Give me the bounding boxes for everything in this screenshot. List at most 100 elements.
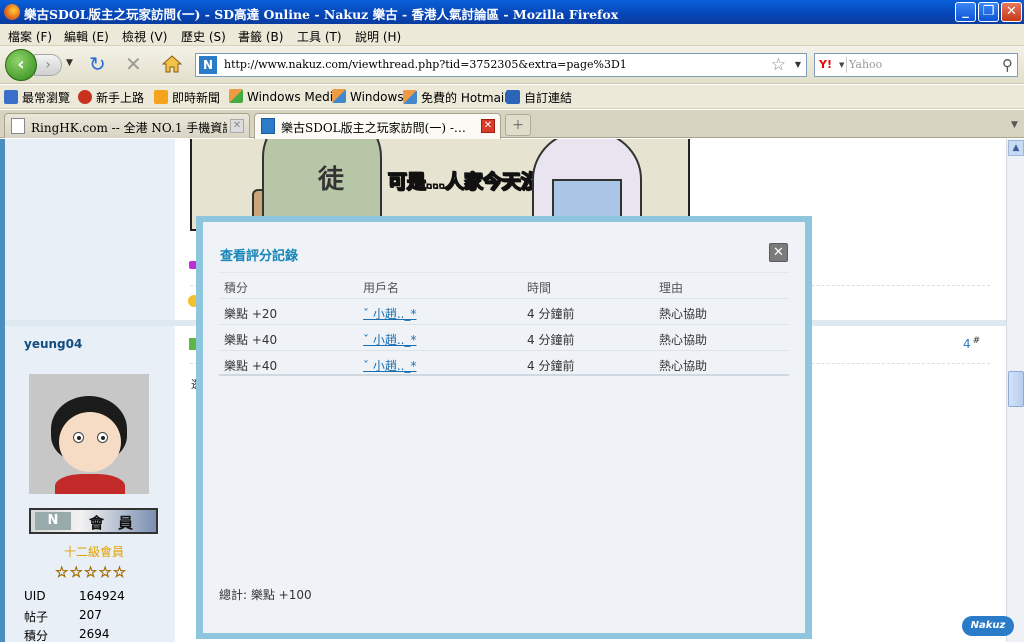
tab-nakuz[interactable]: 樂古SDOL版主之玩家訪問(一) -… ✕: [254, 113, 501, 139]
row-user: ˇ 小趙.._*: [363, 331, 416, 348]
search-icon[interactable]: ⚲: [1002, 56, 1013, 74]
tab-close-icon[interactable]: ✕: [481, 119, 495, 133]
table-row: 樂點 +40 ˇ 小趙.._* 4 分鐘前 熱心協助: [219, 324, 789, 350]
menu-file[interactable]: 檔案 (F): [8, 28, 52, 45]
tab-strip: RingHK.com -- 全港 NO.1 手機資訊… ✕ 樂古SDOL版主之玩…: [0, 110, 1024, 139]
menu-view[interactable]: 檢視 (V): [122, 28, 167, 45]
tab-close-icon[interactable]: ✕: [230, 119, 244, 133]
nakuz-badge-icon: N: [35, 512, 71, 530]
tab-label: RingHK.com -- 全港 NO.1 手機資訊…: [31, 121, 227, 135]
avatar-eye: [73, 432, 84, 443]
scrollbar-thumb[interactable]: [1008, 371, 1024, 407]
page-content: 徒 可是…人家今天沒穿內褲.. 逛 yeung04 N 會員 十二級會員 ☆☆☆…: [0, 139, 1006, 642]
menu-tools[interactable]: 工具 (T): [297, 28, 342, 45]
site-favicon: N: [199, 56, 217, 74]
bookmarks-toolbar: 最常瀏覽 新手上路 即時新聞 Windows Media Windows 免費的…: [0, 85, 1024, 109]
navigation-toolbar: › ‹ ▼ ↻ ✕ N http://www.nakuz.com/viewthr…: [0, 46, 1024, 84]
firefox-icon: [4, 4, 20, 20]
close-window-button[interactable]: ✕: [1001, 2, 1022, 22]
row-reason: 熱心協助: [659, 307, 708, 321]
row-time: 4 分鐘前: [527, 359, 575, 373]
bookmark-most-visited[interactable]: 最常瀏覽: [4, 89, 70, 106]
firefox-small-icon: [78, 90, 92, 104]
window-titlebar: 樂古SDOL版主之玩家訪問(一) - SD高達 Online - Nakuz 樂…: [0, 0, 1024, 24]
avatar-body: [55, 474, 125, 494]
row-user: ˇ 小趙.._*: [363, 357, 416, 374]
url-bar[interactable]: N http://www.nakuz.com/viewthread.php?ti…: [195, 53, 807, 77]
menu-history[interactable]: 歷史 (S): [181, 28, 226, 45]
row-score: 樂點 +20: [224, 307, 278, 321]
rating-total: 總計: 樂點 +100: [219, 588, 312, 602]
yahoo-icon[interactable]: Y!: [819, 58, 832, 71]
window-title: 樂古SDOL版主之玩家訪問(一) - SD高達 Online - Nakuz 樂…: [24, 7, 619, 22]
stat-value: 164924: [79, 589, 125, 603]
table-header: 積分 用戶名 時間 理由: [219, 272, 789, 298]
home-icon[interactable]: [162, 55, 182, 73]
vertical-scrollbar[interactable]: ▲: [1006, 139, 1024, 642]
avatar-eye: [97, 432, 108, 443]
user-rank: 十二級會員: [64, 545, 125, 559]
column-header-time: 時間: [527, 281, 552, 295]
rating-log-modal: 查看評分記錄 ✕ 積分 用戶名 時間 理由 樂點 +20 ˇ 小趙.._* 4 …: [196, 216, 812, 639]
search-bar[interactable]: Y! ▼ Yahoo ⚲: [814, 53, 1018, 77]
bookmark-getting-started[interactable]: 新手上路: [78, 89, 144, 106]
stop-icon[interactable]: ✕: [125, 54, 142, 74]
reload-icon[interactable]: ↻: [89, 54, 106, 74]
row-reason: 熱心協助: [659, 333, 708, 347]
menu-help[interactable]: 說明 (H): [355, 28, 401, 45]
search-engine-dropdown-icon[interactable]: ▼: [839, 61, 844, 69]
windows-logo-icon: [403, 90, 417, 104]
windows-logo-icon: [332, 89, 346, 103]
bookmark-news[interactable]: 即時新聞: [154, 89, 220, 106]
scroll-up-arrow-icon[interactable]: ▲: [1008, 140, 1024, 156]
bookmark-windows[interactable]: Windows: [332, 89, 404, 104]
bookmark-windows-media[interactable]: Windows Media: [229, 89, 340, 104]
user-link[interactable]: ˇ 小趙.._*: [363, 359, 416, 373]
search-divider: [846, 57, 847, 73]
bookmark-hotmail[interactable]: 免費的 Hotmail: [403, 89, 508, 106]
table-row: 樂點 +20 ˇ 小趙.._* 4 分鐘前 熱心協助: [219, 298, 789, 324]
bookmark-star-icon[interactable]: ☆: [771, 55, 786, 75]
bookmark-folder-icon: [4, 90, 18, 104]
msn-icon: [506, 90, 520, 104]
rss-icon: [154, 90, 168, 104]
post-username[interactable]: yeung04: [24, 337, 82, 351]
stat-uid: UID 164924: [24, 589, 125, 603]
menu-edit[interactable]: 編輯 (E): [64, 28, 109, 45]
tab-ringhk[interactable]: RingHK.com -- 全港 NO.1 手機資訊… ✕: [4, 113, 250, 138]
post-number[interactable]: 4 #: [963, 336, 980, 351]
menu-bookmarks[interactable]: 書籤 (B): [238, 28, 283, 45]
table-row: 樂點 +40 ˇ 小趙.._* 4 分鐘前 熱心協助: [219, 350, 789, 376]
row-score: 樂點 +40: [224, 359, 278, 373]
new-tab-button[interactable]: +: [505, 114, 531, 136]
bookmark-custom-links[interactable]: 自訂連結: [506, 89, 572, 106]
post-number-value[interactable]: 4: [963, 337, 971, 351]
avatar-face: [59, 412, 121, 472]
minimize-button[interactable]: _: [955, 2, 976, 22]
tab-list-dropdown-icon[interactable]: ▼: [1007, 114, 1022, 136]
stat-label: 積分: [24, 629, 49, 642]
forward-button[interactable]: ›: [34, 54, 62, 76]
back-button[interactable]: ‹: [5, 49, 37, 81]
user-link[interactable]: ˇ 小趙.._*: [363, 333, 416, 347]
nakuz-logo[interactable]: Nakuz: [962, 616, 1014, 636]
stat-value: 207: [79, 608, 102, 622]
row-time: 4 分鐘前: [527, 333, 575, 347]
url-text[interactable]: http://www.nakuz.com/viewthread.php?tid=…: [224, 58, 627, 71]
modal-body: 查看評分記錄 ✕ 積分 用戶名 時間 理由 樂點 +20 ˇ 小趙.._* 4 …: [203, 222, 805, 633]
search-input[interactable]: Yahoo: [849, 58, 882, 71]
url-dropdown-icon[interactable]: ▼: [795, 60, 801, 69]
rank-stars: ☆☆☆☆☆: [55, 563, 128, 582]
avatar[interactable]: [29, 374, 149, 494]
maximize-button[interactable]: ❐: [978, 2, 999, 22]
stat-points: 積分 2694: [24, 627, 110, 642]
page-icon: [11, 118, 25, 134]
history-dropdown-icon[interactable]: ▼: [66, 58, 73, 68]
post-number-suffix: #: [972, 336, 981, 346]
modal-close-button[interactable]: ✕: [769, 243, 788, 262]
row-time: 4 分鐘前: [527, 307, 575, 321]
member-badge-label: 會員: [89, 514, 148, 532]
stat-value: 2694: [79, 627, 110, 641]
comic-glyph: 徒: [318, 165, 345, 195]
user-link[interactable]: ˇ 小趙.._*: [363, 307, 416, 321]
